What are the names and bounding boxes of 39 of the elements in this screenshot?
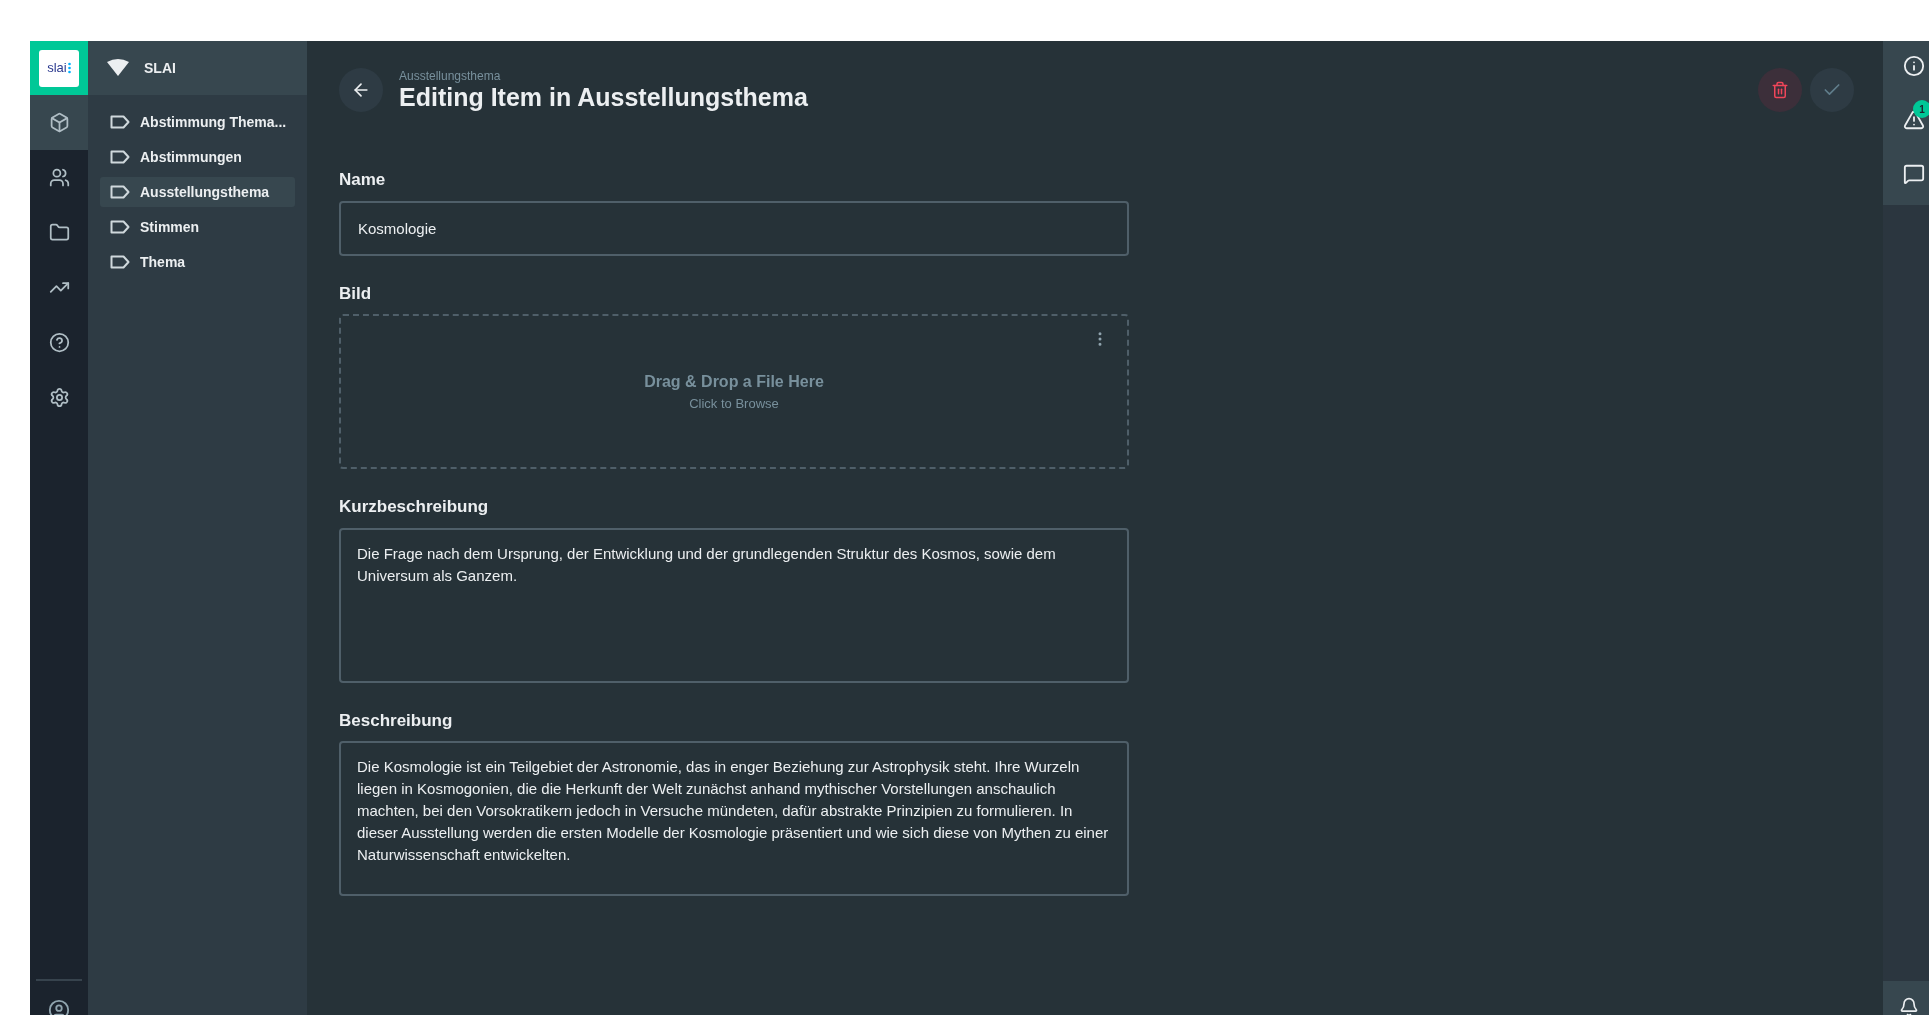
back-button[interactable] bbox=[339, 68, 383, 112]
label-icon bbox=[110, 220, 130, 234]
users-icon bbox=[48, 167, 70, 188]
name-input[interactable]: Kosmologie bbox=[339, 200, 1129, 256]
label-icon bbox=[110, 255, 130, 269]
field-label: Name bbox=[339, 169, 387, 191]
collection-item[interactable]: Ausstellungsthema bbox=[100, 177, 295, 207]
collection-item[interactable]: Abstimmungen bbox=[100, 142, 295, 172]
dropzone-prompt: Drag & Drop a File Here bbox=[644, 371, 824, 392]
folder-icon bbox=[48, 222, 70, 243]
collection-item[interactable]: Stimmen bbox=[100, 212, 295, 242]
cube-icon bbox=[48, 112, 70, 133]
info-icon[interactable] bbox=[1903, 55, 1925, 77]
delete-button[interactable] bbox=[1758, 68, 1802, 112]
dropzone-hint: Click to Browse bbox=[689, 394, 779, 413]
delete-icon bbox=[1771, 81, 1789, 99]
help-icon bbox=[48, 332, 70, 353]
page-title: Editing Item in Ausstellungsthema bbox=[399, 82, 808, 111]
field-label: Kurzbeschreibung bbox=[339, 496, 490, 518]
breadcrumb: Ausstellungsthema bbox=[399, 69, 502, 83]
signal-icon bbox=[106, 59, 130, 77]
collection-item[interactable]: Thema bbox=[100, 247, 295, 277]
label-icon bbox=[110, 115, 130, 129]
notification-badge: 1 bbox=[1913, 100, 1929, 118]
file-dropzone[interactable]: Drag & Drop a File Here Click to Browse bbox=[339, 314, 1129, 469]
user-icon[interactable] bbox=[48, 999, 70, 1015]
logo[interactable]: slai bbox=[39, 49, 79, 87]
collection-item[interactable]: Abstimmung Thema... bbox=[100, 107, 295, 137]
field-label: Bild bbox=[339, 282, 373, 305]
settings-icon bbox=[48, 387, 70, 408]
bell-icon[interactable] bbox=[1899, 997, 1919, 1015]
label-icon bbox=[110, 185, 130, 199]
field-label: Beschreibung bbox=[339, 709, 454, 732]
text-area[interactable]: Die Frage nach dem Ursprung, der Entwicklung und der grundlegenden Struktur des Kosmos, sowie dem Universum als Ganzem. bbox=[339, 527, 1129, 683]
text-area[interactable]: Die Kosmologie ist ein Teilgebiet der Astronomie, das in enger Beziehung zur Astrophysik steht. Ihre Wurzeln liegen in Kosmogonien, die die Herkunft der Welt zunächst anhand mythischer Vorstellungen anschaulich machten, bei den Vorsokratikern jedoch in Versuche mündeten, dafür abstrakte Prinzipien zu formulieren. In dieser Ausstellung werden die ersten Modelle der Kosmologie präsentiert und wie sich diese von Mythen zu einer Naturwissenschaft entwickelten. bbox=[339, 741, 1129, 896]
project-name: SLAI bbox=[144, 58, 176, 78]
comment-icon[interactable] bbox=[1903, 163, 1925, 185]
label-icon bbox=[110, 150, 130, 164]
rail-item[interactable] bbox=[30, 95, 88, 150]
